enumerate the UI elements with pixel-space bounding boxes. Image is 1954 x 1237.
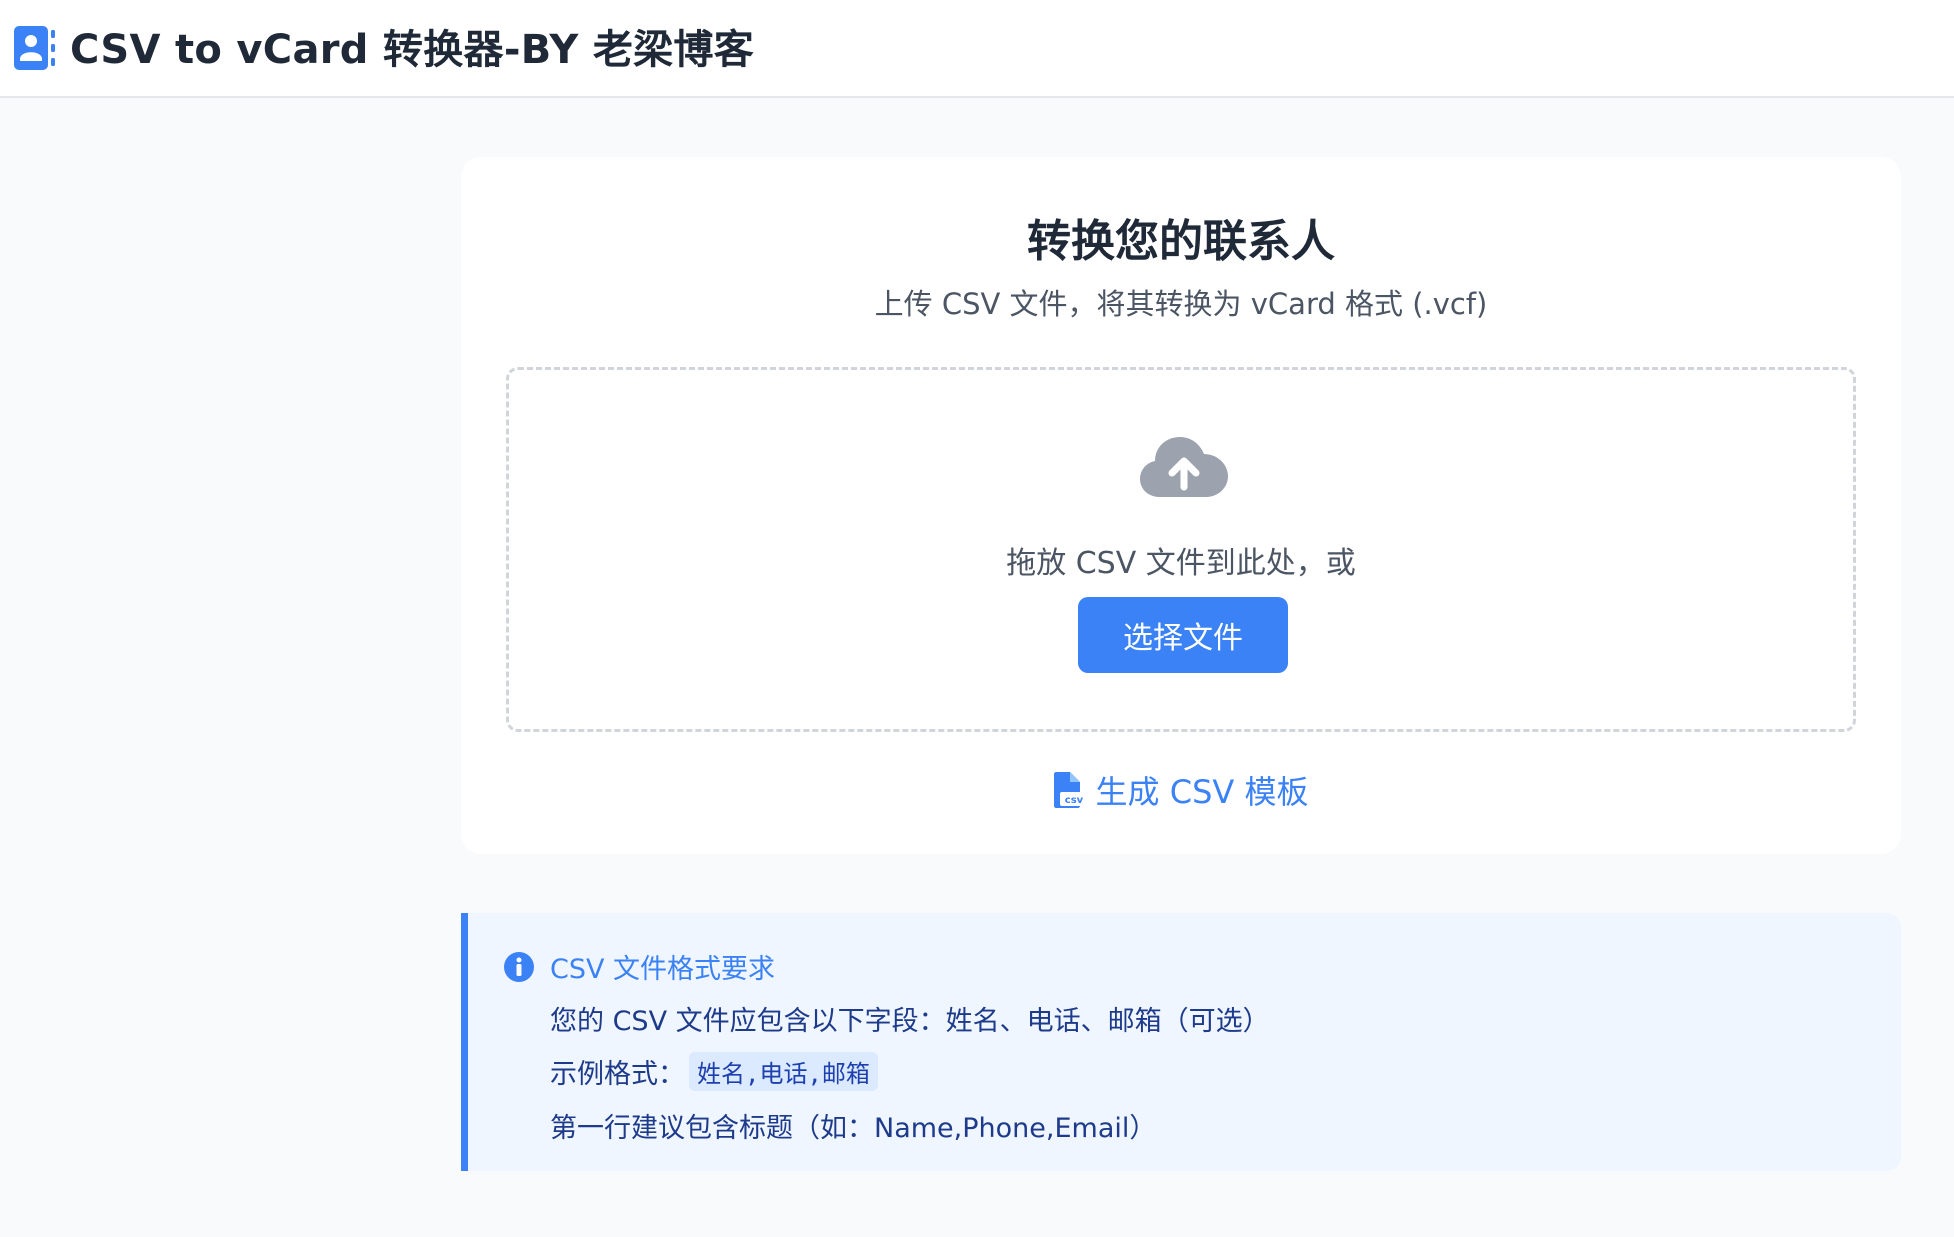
cloud-upload-icon bbox=[1140, 437, 1228, 497]
generate-template-label: 生成 CSV 模板 bbox=[1095, 773, 1309, 811]
csv-file-icon: csv bbox=[1053, 772, 1088, 808]
info-title: CSV 文件格式要求 bbox=[550, 954, 776, 985]
app-title: CSV to vCard 转换器-BY 老梁博客 bbox=[70, 27, 755, 73]
svg-text:csv: csv bbox=[1064, 795, 1083, 806]
info-circle-icon bbox=[504, 952, 534, 982]
info-example-code: 姓名,电话,邮箱 bbox=[689, 1052, 878, 1091]
csv-format-info: CSV 文件格式要求 您的 CSV 文件应包含以下字段：姓名、电话、邮箱（可选）… bbox=[461, 913, 1901, 1171]
info-example-label: 示例格式： bbox=[550, 1059, 685, 1090]
select-file-button[interactable]: 选择文件 bbox=[1078, 597, 1288, 673]
file-dropzone[interactable]: 拖放 CSV 文件到此处，或 选择文件 bbox=[506, 367, 1856, 732]
info-example-row: 示例格式： 姓名,电话,邮箱 bbox=[550, 1052, 878, 1091]
app-header: CSV to vCard 转换器-BY 老梁博客 bbox=[0, 0, 1954, 98]
info-header-hint: 第一行建议包含标题（如：Name,Phone,Email） bbox=[550, 1113, 1157, 1144]
address-book-icon bbox=[14, 26, 55, 70]
card-subtitle: 上传 CSV 文件，将其转换为 vCard 格式 (.vcf) bbox=[874, 287, 1488, 321]
generate-template-link[interactable]: csv 生成 CSV 模板 bbox=[461, 767, 1901, 813]
card-title: 转换您的联系人 bbox=[1027, 216, 1335, 267]
converter-card: 转换您的联系人 上传 CSV 文件，将其转换为 vCard 格式 (.vcf) … bbox=[461, 157, 1901, 854]
dropzone-text: 拖放 CSV 文件到此处，或 bbox=[1006, 546, 1356, 581]
info-required-fields: 您的 CSV 文件应包含以下字段：姓名、电话、邮箱（可选） bbox=[550, 1006, 1270, 1037]
